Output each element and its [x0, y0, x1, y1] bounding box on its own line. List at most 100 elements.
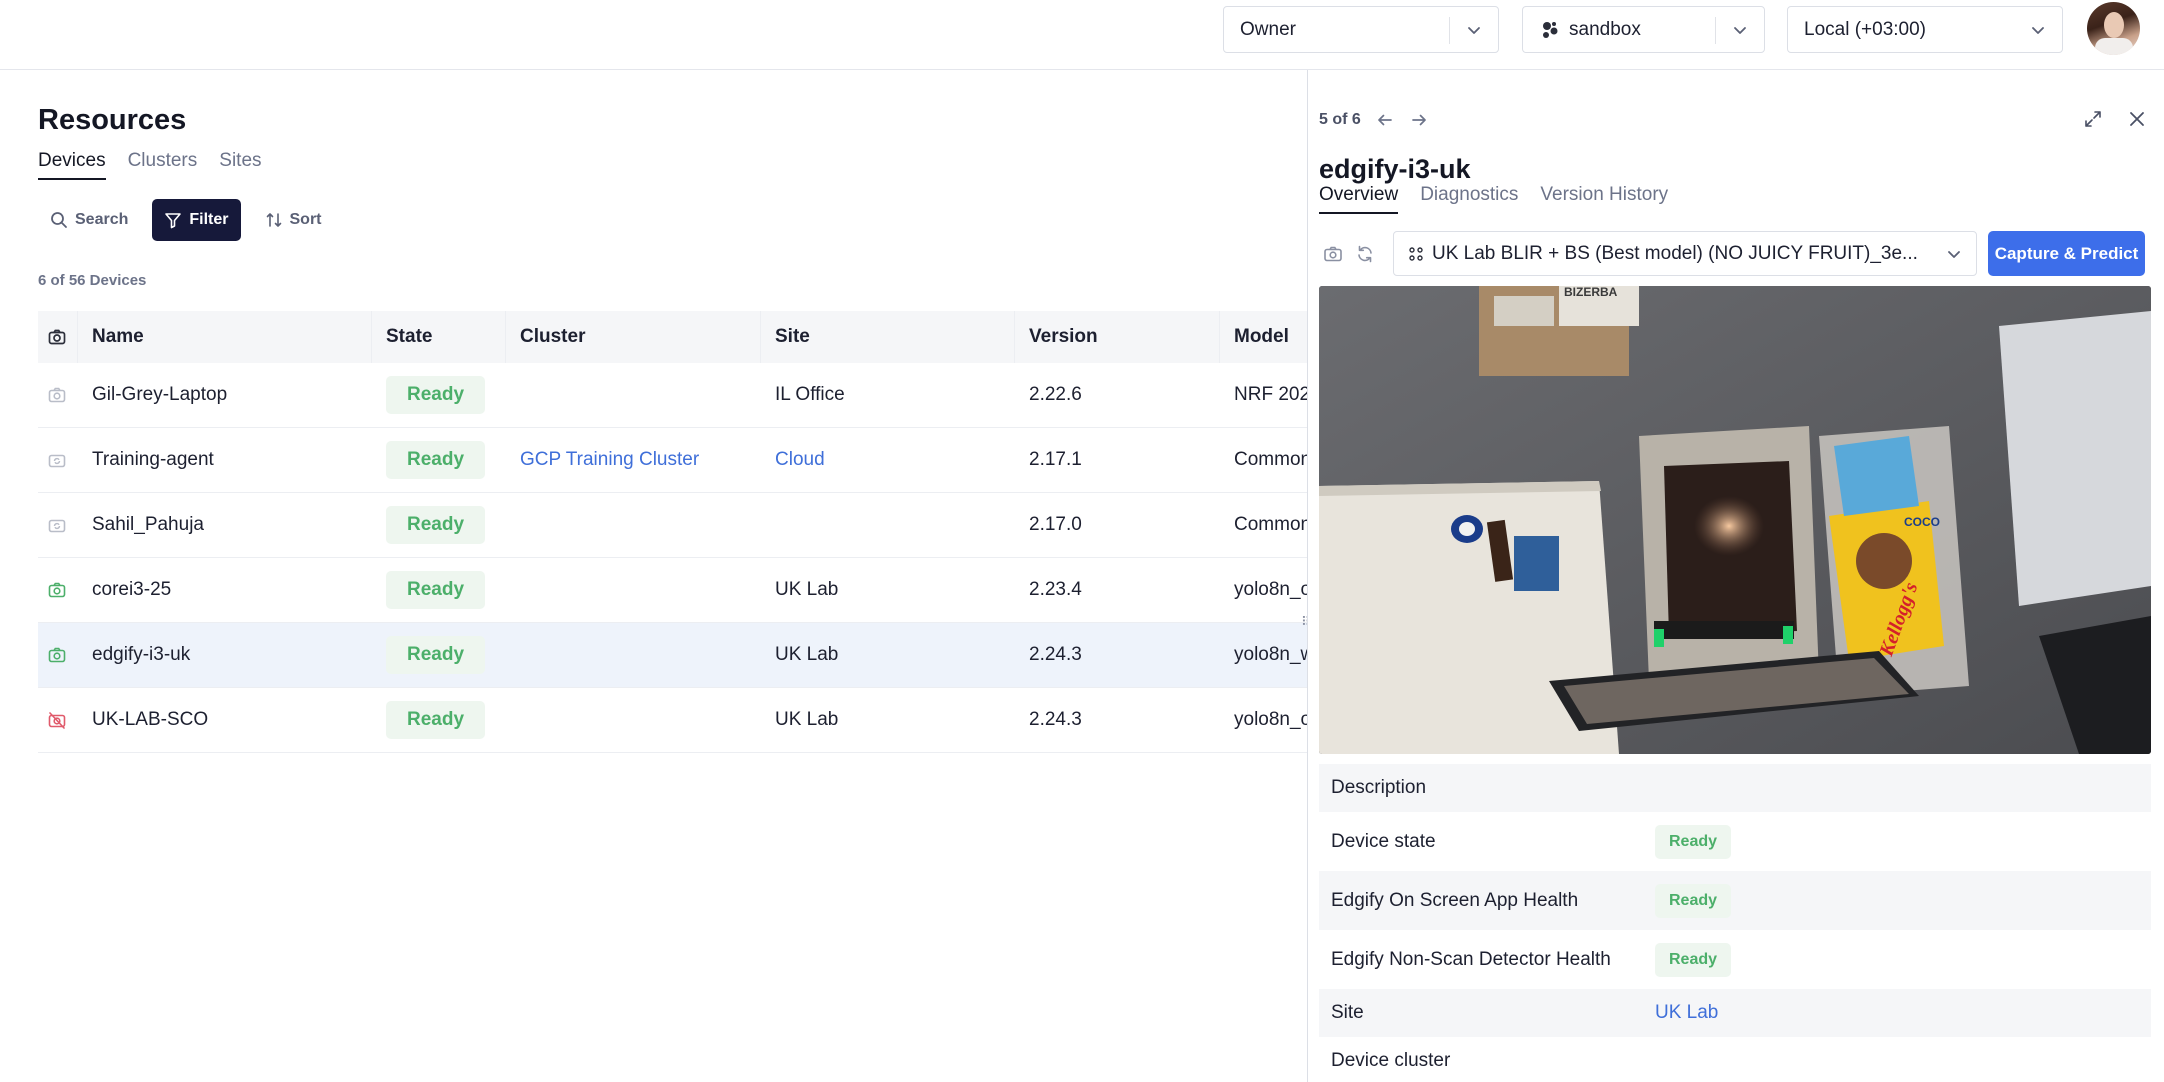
detail-row: Site UK Lab: [1319, 989, 2151, 1037]
device-detail-drawer: 5 of 6 edgify-i3-uk Overview Diagnostics…: [1307, 70, 2164, 1082]
chevron-down-icon: [1468, 27, 1480, 34]
column-header-version[interactable]: Version: [1015, 311, 1220, 363]
detail-row: Device state Ready: [1319, 812, 2151, 871]
model-cell: Common_M: [1234, 514, 1308, 535]
workspace-select[interactable]: sandbox: [1522, 6, 1765, 53]
camera-column-header: [38, 311, 78, 363]
site-cell[interactable]: Cloud: [761, 428, 1015, 492]
cluster-cell: [506, 363, 761, 427]
model-select-value: UK Lab BLIR + BS (Best model) (NO JUICY …: [1432, 242, 1918, 264]
device-name-cell: edgify-i3-uk: [92, 644, 191, 665]
table-header: Name State Cluster Site Version Model: [38, 311, 1308, 363]
column-header-site[interactable]: Site: [761, 311, 1015, 363]
arrow-left-icon[interactable]: [1375, 110, 1395, 130]
device-count: 6 of 56 Devices: [38, 272, 147, 289]
state-cell: Ready: [372, 363, 506, 427]
version-cell: 2.17.0: [1029, 514, 1082, 535]
expand-icon[interactable]: [2082, 108, 2104, 130]
site-link[interactable]: UK Lab: [1655, 1002, 1718, 1024]
status-badge: Ready: [1655, 942, 1732, 977]
role-select[interactable]: Owner: [1223, 6, 1499, 53]
state-cell: Ready: [372, 688, 506, 752]
tab-devices[interactable]: Devices: [38, 150, 106, 180]
device-name-cell: Gil-Grey-Laptop: [92, 384, 228, 405]
site-cell: [761, 493, 1015, 557]
version-cell: 2.22.6: [1029, 384, 1082, 405]
row-status-icon: [38, 558, 78, 622]
status-badge: Ready: [1655, 824, 1732, 859]
sort-icon: [266, 213, 281, 227]
camera-icon: [48, 329, 66, 345]
chevron-down-icon: [1734, 27, 1746, 34]
model-cell: yolo8n_ov_3: [1234, 709, 1308, 730]
drawer-pager: 5 of 6: [1319, 110, 1429, 130]
resource-tabs: Devices Clusters Sites: [38, 150, 262, 180]
cluster-cell: [506, 623, 761, 687]
tab-version-history[interactable]: Version History: [1540, 184, 1668, 214]
refresh-icon[interactable]: [1355, 244, 1375, 264]
table-row[interactable]: Training-agent Ready GCP Training Cluste…: [38, 428, 1308, 493]
camera-off-icon: [48, 712, 66, 729]
detail-label: Device state: [1331, 830, 1436, 852]
tab-sites[interactable]: Sites: [219, 150, 261, 180]
cluster-cell: [506, 688, 761, 752]
table-row[interactable]: UK-LAB-SCO Ready UK Lab 2.24.3 yolo8n_ov…: [38, 688, 1308, 753]
user-avatar[interactable]: [2087, 2, 2140, 55]
column-header-name[interactable]: Name: [78, 311, 372, 363]
state-cell: Ready: [372, 493, 506, 557]
model-cell: Common_M: [1234, 449, 1308, 470]
camera-snapshot-image: BIZERBA Kellogg's COCO: [1319, 286, 2151, 754]
detail-row: Edgify On Screen App Health Ready: [1319, 871, 2151, 930]
model-cell: NRF 2025 Tic: [1234, 384, 1308, 405]
filter-button[interactable]: Filter: [152, 199, 241, 241]
camera-sync-icon: [48, 519, 66, 533]
row-status-icon: [38, 493, 78, 557]
search-icon: [51, 212, 67, 228]
site-cell: UK Lab: [775, 644, 839, 665]
device-name-cell: UK-LAB-SCO: [92, 709, 209, 730]
status-badge: Ready: [386, 376, 486, 414]
cluster-cell: [506, 493, 761, 557]
close-icon[interactable]: [2126, 108, 2148, 130]
column-header-model[interactable]: Model: [1220, 311, 1308, 363]
camera-sync-icon: [48, 454, 66, 468]
search-button[interactable]: Search: [38, 199, 140, 241]
timezone-select[interactable]: Local (+03:00): [1787, 6, 2063, 53]
drawer-tabs: Overview Diagnostics Version History: [1319, 184, 1668, 214]
state-cell: Ready: [372, 558, 506, 622]
model-select[interactable]: UK Lab BLIR + BS (Best model) (NO JUICY …: [1393, 231, 1977, 276]
camera-icon: [48, 387, 66, 403]
status-badge: Ready: [386, 636, 486, 674]
drawer-actions: [2082, 108, 2148, 130]
workspace-icon: [1543, 21, 1558, 38]
site-cell: UK Lab: [775, 579, 839, 600]
tab-overview[interactable]: Overview: [1319, 184, 1399, 214]
status-badge: Ready: [386, 571, 486, 609]
site-cell: IL Office: [775, 384, 845, 405]
pager-label: 5 of 6: [1319, 111, 1361, 128]
table-row[interactable]: corei3-25 Ready UK Lab 2.23.4 yolo8n_ope…: [38, 558, 1308, 623]
detail-label: Device cluster: [1331, 1050, 1451, 1071]
camera-controls: UK Lab BLIR + BS (Best model) (NO JUICY …: [1319, 231, 2151, 276]
sort-button[interactable]: Sort: [253, 199, 334, 241]
table-row[interactable]: edgify-i3-uk Ready UK Lab 2.24.3 yolo8n_…: [38, 623, 1308, 688]
drawer-title: edgify-i3-uk: [1319, 154, 1471, 184]
column-header-state[interactable]: State: [372, 311, 506, 363]
arrow-right-icon[interactable]: [1409, 110, 1429, 130]
role-select-value: Owner: [1240, 18, 1296, 40]
row-status-icon: [38, 688, 78, 752]
row-status-icon: [38, 363, 78, 427]
capture-predict-button[interactable]: Capture & Predict: [1988, 231, 2145, 276]
table-toolbar: Search Filter Sort: [38, 199, 334, 241]
tab-clusters[interactable]: Clusters: [128, 150, 198, 180]
workspace-select-value: sandbox: [1569, 18, 1641, 40]
table-row[interactable]: Gil-Grey-Laptop Ready IL Office 2.22.6 N…: [38, 363, 1308, 428]
detail-row: Description: [1319, 764, 2151, 812]
cluster-cell[interactable]: GCP Training Cluster: [506, 428, 761, 492]
column-header-cluster[interactable]: Cluster: [506, 311, 761, 363]
camera-icon[interactable]: [1323, 244, 1343, 264]
filter-button-label: Filter: [189, 211, 229, 228]
tab-diagnostics[interactable]: Diagnostics: [1420, 184, 1518, 214]
table-row[interactable]: Sahil_Pahuja Ready 2.17.0 Common_M: [38, 493, 1308, 558]
version-cell: 2.17.1: [1029, 449, 1082, 470]
